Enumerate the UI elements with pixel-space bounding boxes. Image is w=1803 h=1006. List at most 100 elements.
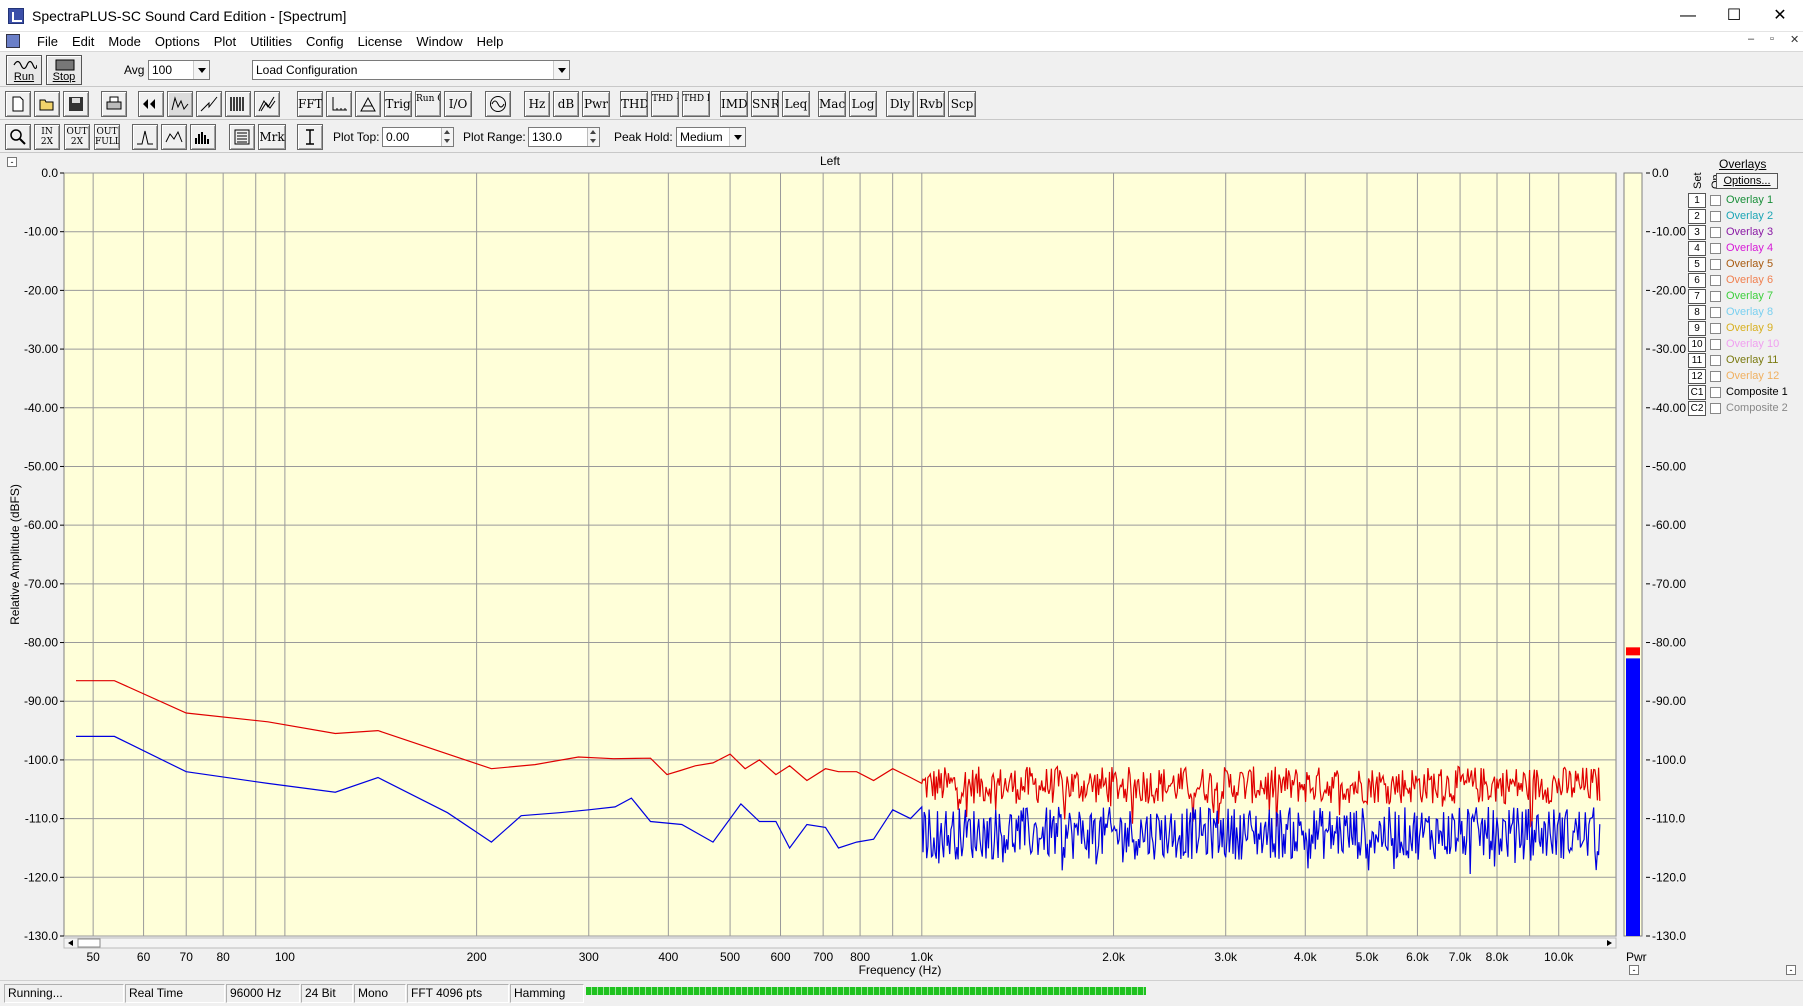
cursor-button[interactable] bbox=[297, 124, 323, 150]
overlay-on-checkbox[interactable] bbox=[1710, 259, 1721, 270]
overlay-set-button[interactable]: 10 bbox=[1688, 337, 1706, 352]
overlay-set-button[interactable]: 9 bbox=[1688, 321, 1706, 336]
minimize-button[interactable]: — bbox=[1665, 0, 1711, 32]
marker-button[interactable]: Mrk bbox=[258, 124, 286, 150]
overlay-on-checkbox[interactable] bbox=[1710, 275, 1721, 286]
phase-view-button[interactable] bbox=[196, 91, 222, 117]
leq-button[interactable]: Leq bbox=[782, 91, 810, 117]
overlay-on-checkbox[interactable] bbox=[1710, 227, 1721, 238]
menu-options[interactable]: Options bbox=[148, 34, 207, 50]
overlay-options-button[interactable]: Options... bbox=[1716, 173, 1778, 189]
overlay-on-checkbox[interactable] bbox=[1710, 403, 1721, 414]
chevron-down-icon[interactable] bbox=[553, 61, 569, 79]
plot-top-input[interactable]: 0.00 bbox=[382, 127, 454, 147]
save-button[interactable] bbox=[63, 91, 89, 117]
menu-utilities[interactable]: Utilities bbox=[243, 34, 299, 50]
panel-collapse-icon[interactable]: - bbox=[1786, 965, 1796, 975]
menu-license[interactable]: License bbox=[351, 34, 410, 50]
new-file-button[interactable] bbox=[5, 91, 31, 117]
overlay-set-button[interactable]: 1 bbox=[1688, 193, 1706, 208]
overlay-on-checkbox[interactable] bbox=[1710, 243, 1721, 254]
overlay-on-checkbox[interactable] bbox=[1710, 307, 1721, 318]
overlay-on-checkbox[interactable] bbox=[1710, 387, 1721, 398]
zoom-in-2x-button[interactable]: IN 2X bbox=[34, 124, 60, 150]
mdi-close-button[interactable]: ✕ bbox=[1790, 33, 1799, 46]
mdi-minimize-button[interactable]: – bbox=[1748, 33, 1754, 45]
overlay-set-button[interactable]: C1 bbox=[1688, 385, 1706, 400]
overlay-on-checkbox[interactable] bbox=[1710, 371, 1721, 382]
configuration-select[interactable]: Load Configuration bbox=[252, 60, 570, 80]
weighting-button[interactable] bbox=[355, 91, 381, 117]
close-button[interactable]: ✕ bbox=[1757, 0, 1803, 32]
overlay-list-button[interactable] bbox=[229, 124, 255, 150]
overlay-set-button[interactable]: 3 bbox=[1688, 225, 1706, 240]
db-button[interactable]: dB bbox=[553, 91, 579, 117]
spin-arrows-icon[interactable] bbox=[441, 128, 453, 146]
trigger-button[interactable]: Trig bbox=[384, 91, 412, 117]
overlay-set-button[interactable]: 12 bbox=[1688, 369, 1706, 384]
app-icon[interactable] bbox=[8, 8, 24, 24]
print-button[interactable] bbox=[101, 91, 127, 117]
overlay-set-button[interactable]: 5 bbox=[1688, 257, 1706, 272]
snr-button[interactable]: SNR bbox=[751, 91, 779, 117]
overlay-set-button[interactable]: C2 bbox=[1688, 401, 1706, 416]
overlay-on-checkbox[interactable] bbox=[1710, 211, 1721, 222]
menu-help[interactable]: Help bbox=[470, 34, 511, 50]
thd-freq-button[interactable]: THD Freq bbox=[682, 91, 710, 117]
scaling-button[interactable] bbox=[326, 91, 352, 117]
menu-window[interactable]: Window bbox=[409, 34, 469, 50]
stop-button[interactable]: Stop bbox=[46, 55, 82, 85]
menu-plot[interactable]: Plot bbox=[207, 34, 243, 50]
line-plot-button[interactable] bbox=[161, 124, 187, 150]
fft-button[interactable]: FFT bbox=[297, 91, 323, 117]
menu-config[interactable]: Config bbox=[299, 34, 351, 50]
spin-arrows-icon[interactable] bbox=[587, 128, 599, 146]
maximize-button[interactable]: ☐ bbox=[1711, 0, 1757, 32]
overlay-set-button[interactable]: 6 bbox=[1688, 273, 1706, 288]
overlay-set-button[interactable]: 4 bbox=[1688, 241, 1706, 256]
overlay-set-button[interactable]: 8 bbox=[1688, 305, 1706, 320]
plot-range-input[interactable]: 130.0 bbox=[528, 127, 600, 147]
menu-edit[interactable]: Edit bbox=[65, 34, 101, 50]
spectrogram-view-button[interactable] bbox=[225, 91, 251, 117]
run-button[interactable]: Run bbox=[6, 55, 42, 85]
overlay-on-checkbox[interactable] bbox=[1710, 339, 1721, 350]
thd-n-button[interactable]: THD +N bbox=[651, 91, 679, 117]
open-file-button[interactable] bbox=[34, 91, 60, 117]
imd-button[interactable]: IMD bbox=[720, 91, 748, 117]
overlay-on-checkbox[interactable] bbox=[1710, 355, 1721, 366]
bar-plot-button[interactable] bbox=[190, 124, 216, 150]
reverb-button[interactable]: Rvb bbox=[917, 91, 945, 117]
delay-button[interactable]: Dly bbox=[886, 91, 914, 117]
scope-button[interactable]: Scp bbox=[948, 91, 976, 117]
thd-button[interactable]: THD bbox=[620, 91, 648, 117]
3d-surface-view-button[interactable] bbox=[254, 91, 280, 117]
meter-collapse-icon[interactable]: - bbox=[1629, 965, 1639, 975]
zoom-out-full-button[interactable]: OUT FULL bbox=[94, 124, 120, 150]
avg-select[interactable]: 100 bbox=[148, 60, 210, 80]
run-ctrl-button[interactable]: Run Ctrl bbox=[415, 91, 441, 117]
peak-marker-button[interactable] bbox=[132, 124, 158, 150]
overlay-on-checkbox[interactable] bbox=[1710, 195, 1721, 206]
overlay-set-button[interactable]: 2 bbox=[1688, 209, 1706, 224]
menu-mode[interactable]: Mode bbox=[101, 34, 148, 50]
hz-button[interactable]: Hz bbox=[524, 91, 550, 117]
overlay-set-button[interactable]: 7 bbox=[1688, 289, 1706, 304]
time-series-view-button[interactable] bbox=[138, 91, 164, 117]
macro-button[interactable]: Mac bbox=[818, 91, 846, 117]
chevron-down-icon[interactable] bbox=[729, 128, 745, 146]
signal-generator-button[interactable] bbox=[485, 91, 511, 117]
document-icon[interactable] bbox=[6, 34, 20, 48]
zoom-out-2x-button[interactable]: OUT 2X bbox=[64, 124, 90, 150]
chevron-down-icon[interactable] bbox=[193, 61, 209, 79]
mdi-restore-button[interactable]: ▫ bbox=[1770, 33, 1774, 45]
log-button[interactable]: Log bbox=[849, 91, 877, 117]
menu-file[interactable]: File bbox=[30, 34, 65, 50]
spectrum-chart[interactable]: 0.0 0.0 -10.00 -10.00 -20.00 -20.00 -30.00 -30.… bbox=[0, 153, 1803, 979]
overlay-on-checkbox[interactable] bbox=[1710, 323, 1721, 334]
zoom-button[interactable] bbox=[5, 124, 31, 150]
overlay-on-checkbox[interactable] bbox=[1710, 291, 1721, 302]
spectrum-view-button[interactable] bbox=[167, 91, 193, 117]
pwr-button[interactable]: Pwr bbox=[582, 91, 610, 117]
overlay-set-button[interactable]: 11 bbox=[1688, 353, 1706, 368]
